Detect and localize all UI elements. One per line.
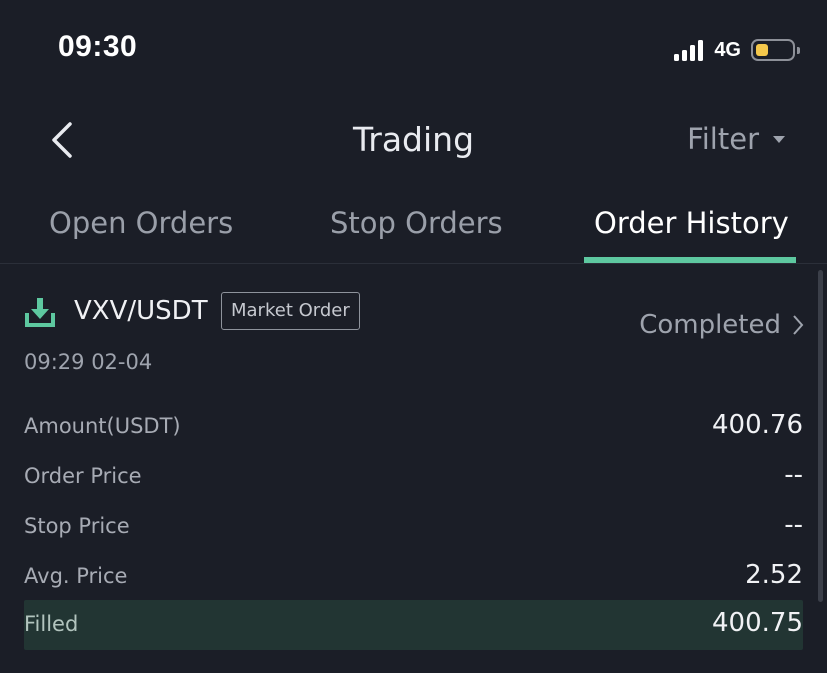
order-time: 09:29 02-04	[24, 350, 153, 374]
status-time: 09:30	[58, 30, 138, 63]
row-value: --	[784, 460, 803, 490]
row-value: --	[784, 510, 803, 540]
filter-button[interactable]: Filter	[687, 122, 785, 156]
tabs-divider	[0, 263, 827, 264]
row-label: Avg. Price	[24, 564, 128, 588]
tab-open-orders[interactable]: Open Orders	[49, 206, 233, 240]
battery-level	[756, 44, 768, 56]
row-value: 2.52	[745, 560, 803, 590]
row-label: Order Price	[24, 464, 142, 488]
tab-order-history[interactable]: Order History	[594, 206, 789, 240]
status-indicators: 4G	[674, 36, 800, 64]
network-type: 4G	[714, 38, 741, 61]
chevron-right-icon	[793, 315, 804, 335]
order-status-link[interactable]: Completed	[639, 310, 805, 340]
row-label: Amount(USDT)	[24, 414, 181, 438]
detail-row-amount: Amount(USDT) 400.76	[24, 402, 803, 452]
order-type-badge: Market Order	[221, 292, 360, 330]
row-value: 400.76	[712, 410, 803, 440]
row-label: Filled	[24, 612, 79, 636]
row-label: Stop Price	[24, 514, 130, 538]
download-icon	[25, 298, 55, 327]
detail-row-filled: Filled 400.75	[24, 600, 803, 650]
trading-pair: VXV/USDT	[74, 296, 208, 326]
filter-label: Filter	[687, 122, 759, 156]
row-value: 400.75	[712, 608, 803, 638]
detail-row-avg-price: Avg. Price 2.52	[24, 552, 803, 602]
signal-icon	[674, 39, 706, 61]
caret-down-icon	[773, 135, 785, 143]
order-status: Completed	[639, 310, 781, 340]
detail-row-stop-price: Stop Price --	[24, 502, 803, 552]
detail-row-order-price: Order Price --	[24, 452, 803, 502]
battery-icon	[751, 39, 800, 61]
tab-stop-orders[interactable]: Stop Orders	[330, 206, 503, 240]
trading-screen: 09:30 4G Trading Filter Open Orders Stop…	[0, 0, 827, 673]
scrollbar[interactable]	[818, 270, 823, 602]
